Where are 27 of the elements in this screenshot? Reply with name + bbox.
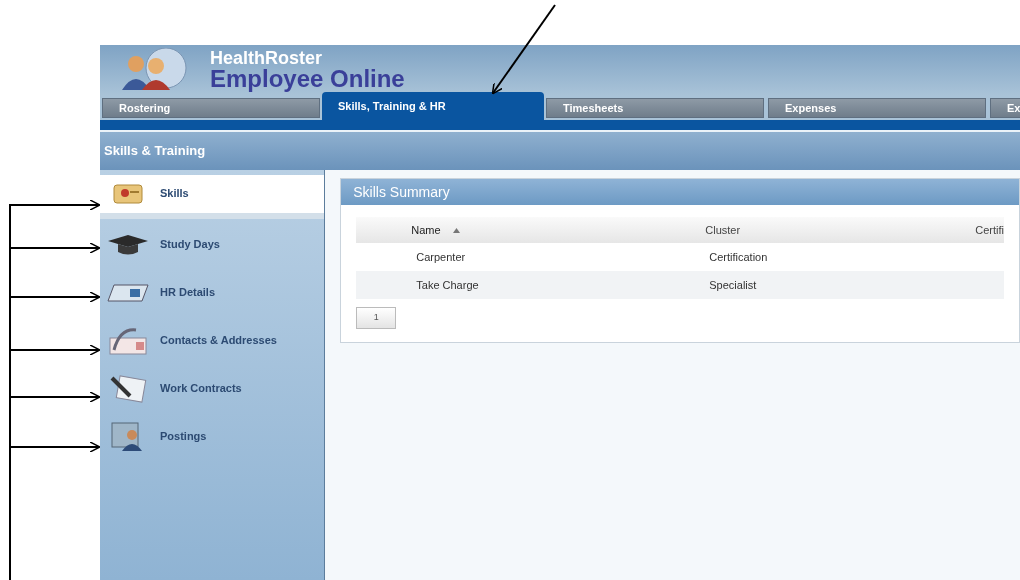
table-cell: Specialist bbox=[709, 278, 757, 291]
nav-tab[interactable]: Ex bbox=[990, 98, 1020, 118]
app-subtitle: Employee Online bbox=[210, 67, 405, 91]
sidebar-item[interactable]: Skills bbox=[100, 175, 325, 219]
section-title: Skills & Training bbox=[104, 142, 206, 161]
scroll-icon bbox=[110, 181, 146, 207]
sidebar-item[interactable]: Work Contracts bbox=[100, 367, 325, 411]
nav-tab[interactable]: Rostering bbox=[102, 98, 320, 118]
sort-ascending-icon bbox=[452, 227, 460, 233]
nav-tab[interactable]: Skills, Training & HR bbox=[322, 92, 544, 120]
sidebar-item[interactable]: Contacts & Addresses bbox=[100, 319, 325, 363]
id-card-icon bbox=[106, 281, 150, 305]
nav-tab[interactable]: Expenses bbox=[768, 98, 986, 118]
column-header[interactable]: Certifi bbox=[975, 221, 1004, 239]
pen-document-icon bbox=[108, 374, 148, 404]
panel-title: Skills Summary bbox=[353, 182, 450, 202]
column-header[interactable]: Name bbox=[411, 221, 460, 239]
nav-tab[interactable]: Timesheets bbox=[546, 98, 764, 118]
column-header[interactable]: Cluster bbox=[705, 221, 741, 239]
table-cell: Carpenter bbox=[416, 250, 466, 263]
sidebar-item[interactable]: Postings bbox=[100, 415, 325, 459]
table-cell: Take Charge bbox=[416, 278, 479, 291]
sidebar-item[interactable]: HR Details bbox=[100, 271, 325, 315]
sidebar-item[interactable]: Study Days bbox=[100, 223, 325, 267]
table-cell: Certification bbox=[709, 250, 768, 263]
app-name: HealthRoster bbox=[210, 49, 324, 67]
page-button[interactable]: 1 bbox=[356, 307, 397, 329]
